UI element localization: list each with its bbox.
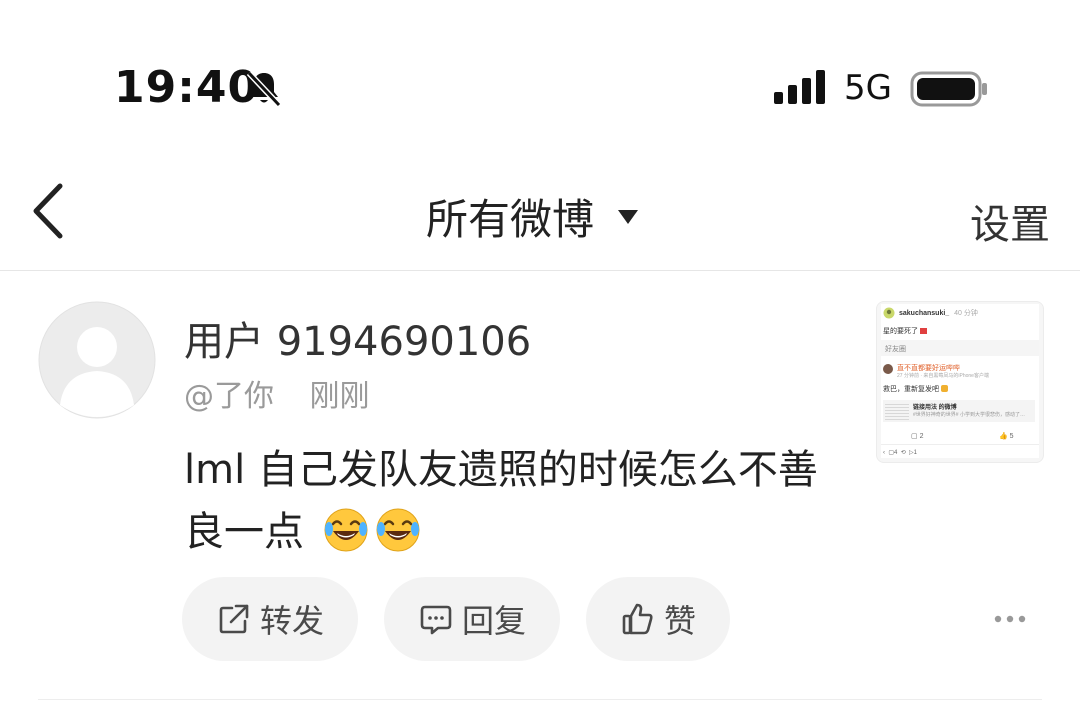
avatar[interactable] [38, 301, 156, 419]
thumbnail-content: sakuchansuki_ 40 分钟 星的要死了 好友圈 直不直都要好运哔哔 … [881, 304, 1039, 458]
caret-down-icon [618, 209, 639, 224]
settings-button[interactable]: 设置 [970, 192, 1050, 250]
post-meta: @了你 刚刚 [184, 371, 370, 415]
laughing-tears-emoji-icon [324, 508, 368, 552]
cellular-signal-icon [774, 70, 825, 104]
thumbnail-line1: 星的要死了 [883, 326, 927, 336]
post-image-thumbnail[interactable]: sakuchansuki_ 40 分钟 星的要死了 好友圈 直不直都要好运哔哔 … [876, 301, 1044, 463]
page-title: 所有微博 [426, 195, 595, 244]
thumbnail-quote-box: 链接用法 的微博 #世界好神奇的世界# 小学到大学很悲伤，感动了… [883, 400, 1035, 422]
thumbnail-avatar-icon [883, 307, 895, 319]
mention-post: 用户 9194690106 @了你 刚刚 lml 自己发队友遗照的时候怎么不善良… [0, 271, 1080, 701]
reply-label: 回复 [462, 602, 527, 640]
clock: 19:40 [114, 62, 260, 113]
post-divider [38, 699, 1042, 700]
thumbnail-reply-avatar-icon [883, 364, 893, 374]
repost-button[interactable]: 转发 [182, 577, 359, 661]
laughing-tears-emoji-icon [376, 508, 420, 552]
thumbnail-reply-meta: 27 分钟前 · 来自黑莓凤马的iPhone客户端 [897, 373, 989, 379]
post-actions: 转发 回复 赞 [182, 577, 731, 661]
repost-share-icon [219, 604, 249, 634]
like-label: 赞 [664, 602, 697, 640]
thumbnail-stat-comments: ▢ 2 [911, 433, 924, 440]
like-button[interactable]: 赞 [586, 577, 731, 661]
thumbnail-bottom-stats: ‹ ▢4 ⟲ ▷1 [883, 450, 918, 456]
thumbs-up-icon [622, 603, 653, 635]
thumbnail-tab-bar: 好友圈 [881, 340, 1039, 356]
comment-bubble-icon [420, 605, 452, 635]
post-username[interactable]: 用户 9194690106 [184, 309, 531, 367]
thumbnail-stat-likes: 👍 5 [999, 433, 1014, 440]
mention-label: @了你 [184, 379, 274, 414]
network-type: 5G [844, 68, 892, 108]
thumbnail-reply-text: 救巴，重新复发吧 [883, 384, 948, 394]
reply-button[interactable]: 回复 [384, 577, 561, 661]
thumbnail-user: sakuchansuki_ 40 分钟 [899, 310, 978, 317]
post-time: 刚刚 [309, 379, 370, 414]
status-bar: 19:40 5G [0, 0, 1080, 150]
bell-muted-icon [246, 70, 282, 108]
back-chevron-icon[interactable] [26, 180, 72, 242]
more-options-icon[interactable] [990, 609, 1030, 629]
post-text: lml 自己发队友遗照的时候怎么不善良一点 [184, 447, 818, 555]
repost-label: 转发 [260, 602, 325, 640]
battery-icon [910, 71, 987, 107]
feed-filter-dropdown[interactable]: 所有微博 [426, 186, 640, 247]
nav-bar: 所有微博 设置 [0, 150, 1080, 271]
post-body[interactable]: lml 自己发队友遗照的时候怎么不善良一点 [184, 439, 824, 563]
